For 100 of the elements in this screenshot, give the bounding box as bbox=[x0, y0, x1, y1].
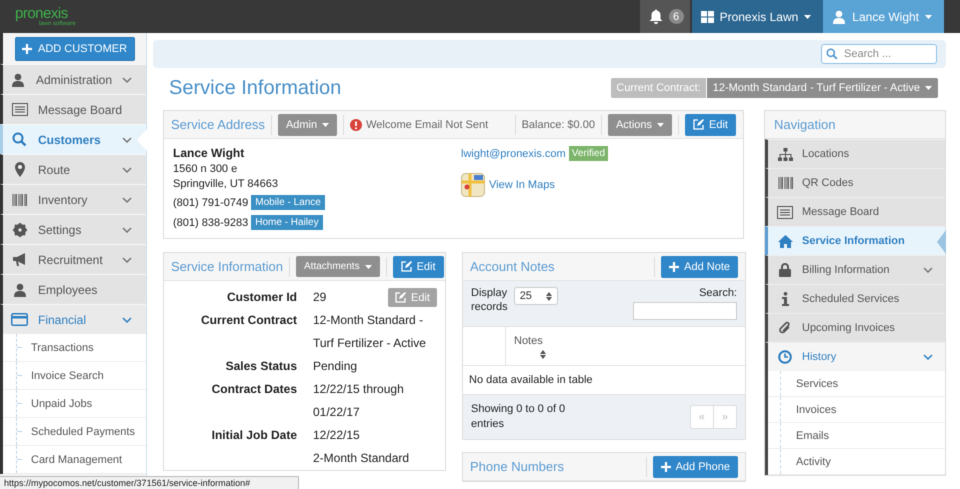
map-icon bbox=[461, 173, 485, 197]
caret-icon bbox=[925, 14, 932, 18]
display-label: Display bbox=[471, 287, 508, 299]
address-line: 1560 n 300 e bbox=[173, 163, 238, 175]
sidebar-item[interactable]: Customers bbox=[0, 124, 146, 154]
submenu-item[interactable]: Invoices bbox=[768, 397, 945, 423]
sitemap-icon bbox=[778, 148, 792, 160]
search-icon bbox=[826, 48, 838, 60]
panel-title: Navigation bbox=[774, 117, 836, 132]
nav-item[interactable]: Upcoming Invoices bbox=[765, 313, 945, 342]
panel-title: Service Address bbox=[171, 117, 265, 132]
sidebar-item[interactable]: Financial bbox=[0, 304, 146, 334]
submenu-item[interactable]: Activity bbox=[768, 449, 945, 475]
add-phone-button[interactable]: Add Phone bbox=[652, 456, 738, 478]
grid-icon bbox=[700, 10, 714, 22]
logo: pronexis bbox=[15, 6, 68, 21]
submenu-item[interactable]: Invoice Search bbox=[3, 362, 146, 390]
caret-icon bbox=[804, 14, 812, 18]
user-icon bbox=[11, 72, 26, 86]
submenu-item[interactable]: Services bbox=[768, 371, 945, 397]
contract-dropdown[interactable]: 12-Month Standard - Turf Fertilizer - Active bbox=[706, 78, 938, 98]
add-note-button[interactable]: Add Note bbox=[661, 256, 738, 278]
panel-title: Phone Numbers bbox=[470, 459, 564, 474]
submenu-item[interactable]: Transactions bbox=[3, 334, 146, 362]
edit-icon bbox=[395, 292, 406, 303]
field-value: 12-Month Standard - Turf Fertilizer - Active bbox=[313, 312, 427, 352]
edit-button[interactable]: Edit bbox=[685, 114, 736, 136]
field-label: Sales Status bbox=[224, 358, 297, 375]
page-size-select[interactable]: 25 bbox=[514, 287, 558, 305]
submenu-item[interactable]: Unpaid Jobs bbox=[3, 390, 146, 418]
search-field[interactable]: Search ... bbox=[821, 44, 937, 64]
sidebar-item[interactable]: Route bbox=[0, 154, 146, 184]
phone-number: (801) 791-0749 bbox=[173, 196, 248, 208]
plus-icon bbox=[669, 262, 680, 272]
list-icon bbox=[777, 206, 793, 218]
map-pin-icon bbox=[14, 162, 24, 177]
sidebar-item[interactable]: Administration bbox=[0, 64, 146, 94]
submenu-item[interactable]: Emails bbox=[768, 423, 945, 449]
email-link[interactable]: lwight@pronexis.com bbox=[461, 148, 566, 160]
sidebar-item[interactable]: Message Board bbox=[0, 94, 146, 124]
edit-icon bbox=[400, 261, 412, 272]
notifications-button[interactable]: 6 bbox=[640, 0, 690, 33]
lock-icon bbox=[779, 263, 791, 277]
field-label: Current Contract bbox=[200, 312, 297, 329]
home-icon bbox=[778, 234, 792, 248]
field-value: 2-Month Standard bbox=[313, 450, 410, 467]
current-contract-label: Current Contract: bbox=[611, 78, 706, 98]
column-header[interactable]: Notes bbox=[514, 335, 546, 347]
info-icon bbox=[782, 292, 788, 306]
balance-text: Balance: $0.00 bbox=[522, 118, 595, 130]
actions-button[interactable]: Actions bbox=[608, 114, 672, 136]
submenu-item[interactable]: Card Management bbox=[3, 446, 146, 474]
customer-name: Lance Wight bbox=[173, 146, 246, 160]
sidebar-item[interactable]: Inventory bbox=[0, 184, 146, 214]
nav-item[interactable]: Message Board bbox=[765, 197, 945, 226]
edit-button[interactable]: Edit bbox=[392, 256, 444, 278]
page-title: Service Information bbox=[169, 76, 342, 100]
sidebar-item[interactable]: Settings bbox=[0, 214, 146, 244]
panel-title: Service Information bbox=[171, 259, 283, 274]
sidebar-item[interactable]: Recruitment bbox=[0, 244, 146, 274]
field-label: Customer Id bbox=[226, 289, 297, 306]
nav-item[interactable]: Locations bbox=[765, 139, 945, 168]
nav-item[interactable]: History bbox=[765, 342, 945, 371]
nav-item[interactable]: Service Information bbox=[765, 226, 945, 255]
gear-icon bbox=[12, 222, 26, 236]
field-label: Initial Job Date bbox=[210, 427, 297, 444]
view-in-maps-link[interactable]: View In Maps bbox=[489, 179, 555, 191]
attachments-button[interactable]: Attachments bbox=[296, 256, 380, 277]
search-label: Search: bbox=[699, 287, 737, 299]
caret-icon bbox=[657, 122, 664, 126]
submenu-item[interactable]: Scheduled Payments bbox=[3, 418, 146, 446]
notification-count: 6 bbox=[668, 9, 684, 24]
clock-icon bbox=[778, 350, 792, 364]
phone-number: (801) 838-9283 bbox=[173, 216, 248, 228]
field-value: 12/22/15 bbox=[313, 427, 360, 444]
sort-icon bbox=[546, 292, 552, 300]
field-value: 12/22/15 through 01/22/17 bbox=[313, 381, 405, 421]
user-icon bbox=[832, 10, 846, 24]
add-customer-button[interactable]: ADD CUSTOMER bbox=[14, 36, 134, 60]
caret-icon bbox=[364, 264, 372, 268]
megaphone-icon bbox=[12, 253, 28, 266]
admin-button[interactable]: Admin bbox=[278, 114, 338, 136]
user-icon bbox=[12, 282, 26, 296]
barcode-icon bbox=[12, 194, 27, 206]
field-value: Pending bbox=[313, 358, 358, 375]
status-url: https://mypocomos.net/customer/371561/service-information# bbox=[4, 478, 250, 488]
nav-item[interactable]: QR Codes bbox=[765, 168, 945, 197]
phone-tag: Home - Hailey bbox=[251, 215, 323, 230]
edit-icon bbox=[693, 119, 704, 130]
sidebar-item[interactable]: Employees bbox=[0, 274, 146, 304]
paperclip-icon bbox=[778, 321, 792, 335]
table-search-field[interactable] bbox=[633, 302, 737, 320]
plus-icon bbox=[22, 44, 32, 54]
field-value: 29 bbox=[313, 289, 326, 306]
list-icon bbox=[12, 103, 28, 116]
nav-item[interactable]: Billing Information bbox=[765, 255, 945, 284]
table-info: Showing 0 to 0 of 0 entries bbox=[471, 402, 566, 432]
nav-item[interactable]: Scheduled Services bbox=[765, 284, 945, 313]
company-menu[interactable]: Pronexis Lawn bbox=[692, 0, 824, 33]
sort-icon bbox=[540, 350, 546, 359]
